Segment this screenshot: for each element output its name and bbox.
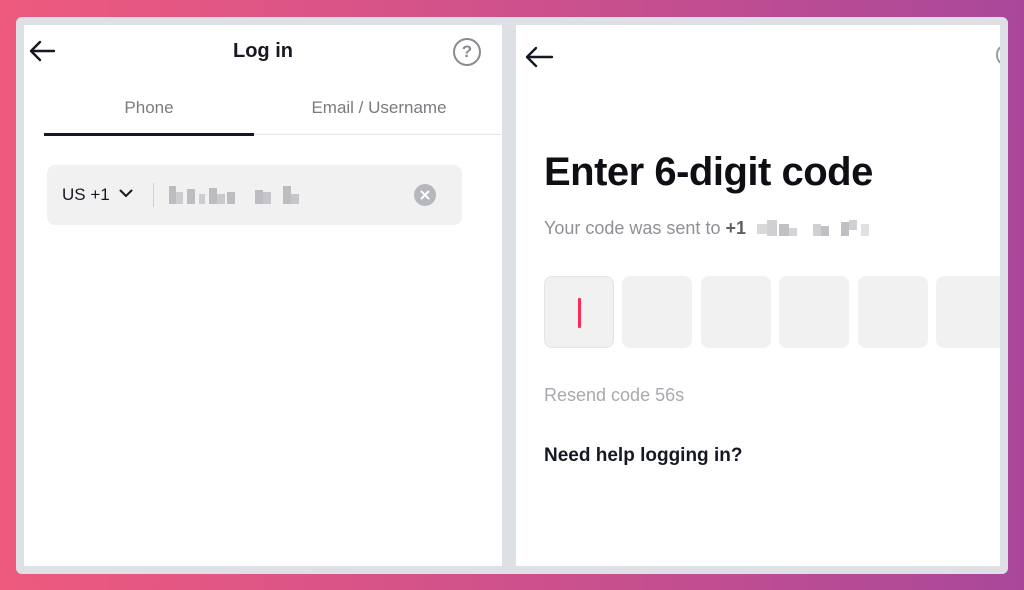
resend-code-countdown: Resend code 56s [544,385,685,405]
country-code-label: US +1 [62,185,110,204]
tab-phone[interactable]: Phone [44,87,254,136]
tab-email-username[interactable]: Email / Username [274,87,484,134]
otp-digit-2[interactable] [622,276,692,348]
otp-digit-5[interactable] [858,276,928,348]
login-panel: Log in ? Phone Email / Username US +1 [24,25,502,566]
code-sent-text: Your code was sent to +1 [544,218,887,239]
need-help-link[interactable]: Need help logging in? [544,445,742,467]
help-circle-icon[interactable]: ? [453,38,481,66]
back-arrow-icon[interactable] [524,45,554,69]
page-title: Log in [233,40,293,62]
login-method-tabs: Phone Email / Username [44,87,502,136]
country-code-selector[interactable]: US +1 [62,165,133,225]
field-divider [153,183,154,207]
code-heading: Enter 6-digit code [544,150,873,194]
clear-icon[interactable] [414,184,436,206]
otp-digit-6[interactable] [936,276,1000,348]
otp-digit-1[interactable] [544,276,614,348]
phone-number-field[interactable]: US +1 [47,165,462,225]
code-sent-prefix: +1 [725,218,746,238]
verify-code-panel: Enter 6-digit code Your code was sent to… [516,25,1000,566]
otp-digit-3[interactable] [701,276,771,348]
otp-digit-4[interactable] [779,276,849,348]
masked-phone-number [757,220,887,236]
chevron-down-icon [119,163,133,223]
text-caret [578,298,581,328]
code-sent-label: Your code was sent to [544,218,721,238]
help-circle-icon[interactable] [996,45,1000,65]
